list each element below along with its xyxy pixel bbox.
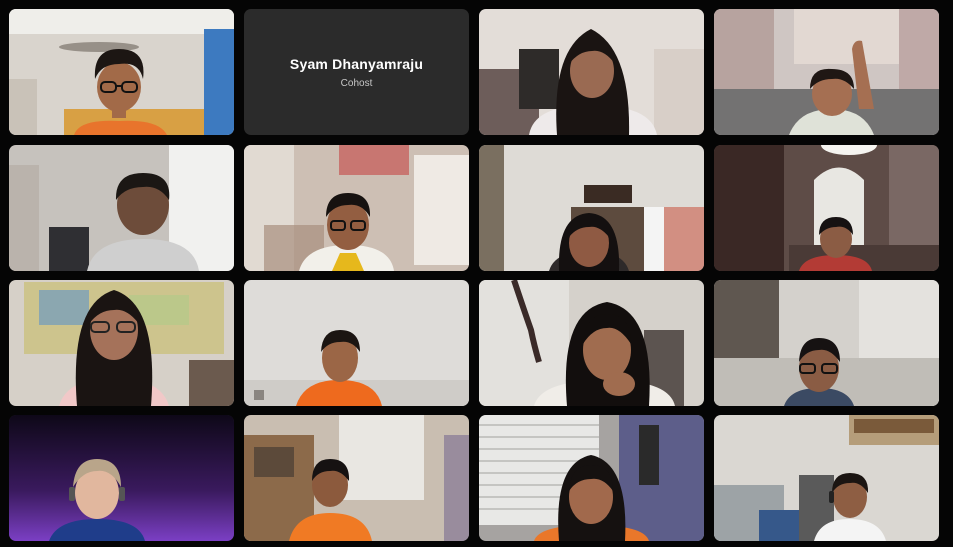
video-tile-6[interactable] <box>244 145 469 271</box>
participant-name: Syam Dhanyamraju <box>289 55 424 72</box>
participant-video <box>714 145 939 271</box>
video-tile-3[interactable] <box>479 9 704 135</box>
participant-video <box>479 415 704 541</box>
participant-video <box>714 9 939 135</box>
video-tile-7[interactable] <box>479 145 704 271</box>
participant-video <box>479 280 704 406</box>
participant-video <box>479 145 704 271</box>
video-tile-4[interactable] <box>714 9 939 135</box>
participant-video <box>244 145 469 271</box>
participant-video <box>9 9 234 135</box>
participant-video <box>9 415 234 541</box>
video-tile-14[interactable] <box>244 415 469 541</box>
video-tile-16[interactable] <box>714 415 939 541</box>
participant-video <box>9 280 234 406</box>
participant-video <box>244 415 469 541</box>
video-tile-1[interactable] <box>9 9 234 135</box>
participant-name-card[interactable]: Syam Dhanyamraju Cohost <box>244 9 469 135</box>
video-tile-11[interactable] <box>479 280 704 406</box>
video-tile-5[interactable] <box>9 145 234 271</box>
participant-video <box>714 415 939 541</box>
video-tile-9[interactable] <box>9 280 234 406</box>
participant-video <box>714 280 939 406</box>
video-tile-12[interactable] <box>714 280 939 406</box>
video-tile-15[interactable] <box>479 415 704 541</box>
participant-role: Cohost <box>340 77 373 89</box>
participant-video <box>244 280 469 406</box>
video-tile-10[interactable] <box>244 280 469 406</box>
participant-video <box>479 9 704 135</box>
video-tile-13[interactable] <box>9 415 234 541</box>
video-tile-8[interactable] <box>714 145 939 271</box>
participant-video <box>9 145 234 271</box>
